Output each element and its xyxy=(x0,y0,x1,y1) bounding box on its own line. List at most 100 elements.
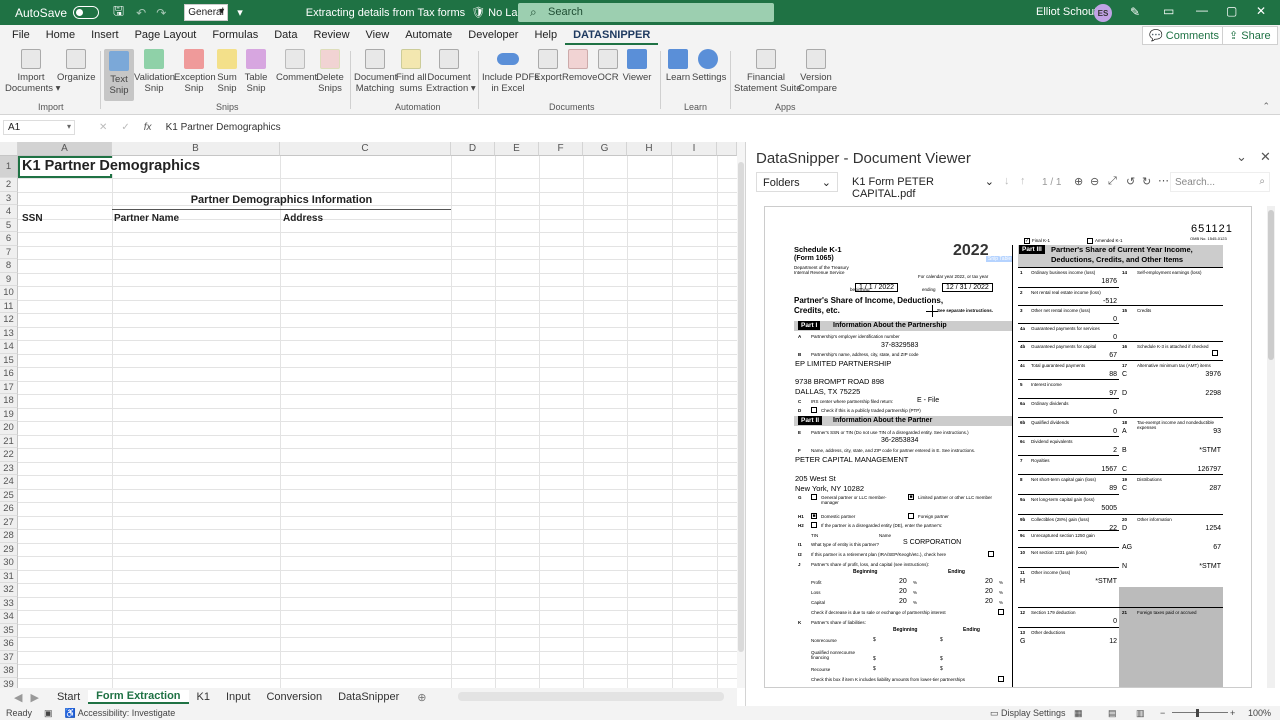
beginning-date[interactable]: 1 / 1 / 2022 xyxy=(855,283,899,292)
k1-line-value[interactable]: 126797 xyxy=(1198,466,1221,473)
function-icon[interactable]: fx xyxy=(144,122,152,133)
viewer-search-input[interactable]: Search... ⌕ xyxy=(1170,172,1270,192)
row-header[interactable]: 35 xyxy=(0,623,18,637)
add-sheet-icon[interactable]: ⊕ xyxy=(417,691,426,704)
k1-line-value[interactable]: *STMT xyxy=(1199,447,1221,454)
row-header[interactable]: 17 xyxy=(0,380,18,394)
row-header[interactable]: 36 xyxy=(0,637,18,651)
menu-insert[interactable]: Insert xyxy=(83,29,127,41)
row-header[interactable]: 8 xyxy=(0,259,18,273)
search-box[interactable]: ⌕ Search xyxy=(518,3,774,22)
entity-type[interactable]: S CORPORATION xyxy=(903,539,961,546)
folders-dropdown[interactable]: Folders ⌄ xyxy=(756,172,838,192)
limited-partner-checkbox[interactable]: ■ xyxy=(908,494,914,500)
zoom-level[interactable]: 100% xyxy=(1248,708,1271,718)
column-header[interactable]: I xyxy=(672,142,717,156)
macro-icon[interactable]: ▣ xyxy=(44,708,53,719)
row-header[interactable]: 28 xyxy=(0,529,18,543)
row-header[interactable]: 10 xyxy=(0,286,18,300)
pdf-page[interactable]: 651121 OMB No. 1545-0123 ✓ Final K-1 Ame… xyxy=(764,206,1252,688)
zoom-thumb[interactable] xyxy=(1196,709,1199,717)
k1-line-value[interactable]: 2 xyxy=(1113,447,1117,454)
row-header[interactable]: 7 xyxy=(0,245,18,259)
row-header[interactable]: 20 xyxy=(0,421,18,435)
partnership-name[interactable]: EP LIMITED PARTNERSHIP xyxy=(795,359,891,368)
rotate-right-icon[interactable]: ↻ xyxy=(1142,175,1151,188)
partnership-address2[interactable]: DALLAS, TX 75225 xyxy=(795,387,860,396)
column-header[interactable]: G xyxy=(583,142,627,156)
profit-end[interactable]: 20 xyxy=(985,578,993,585)
k3-attached-checkbox[interactable] xyxy=(1212,350,1218,356)
horizontal-scrollbar[interactable] xyxy=(458,692,724,701)
page-break-icon[interactable]: ▥ xyxy=(1136,708,1145,719)
k1-line-value[interactable]: 67 xyxy=(1213,544,1221,551)
display-settings[interactable]: ▭ Display Settings xyxy=(990,708,1066,719)
loss-end[interactable]: 20 xyxy=(985,588,993,595)
fit-page-icon[interactable]: ⤢ xyxy=(1108,175,1117,188)
section-header-cell[interactable]: Partner Demographics Information xyxy=(112,194,451,210)
export-button[interactable]: Export xyxy=(534,49,562,83)
document-extraction-button[interactable]: Document Extraction ▾ xyxy=(426,49,476,94)
viewer-button[interactable]: Viewer xyxy=(622,49,652,83)
row-header[interactable]: 18 xyxy=(0,394,18,408)
foreign-partner-checkbox[interactable] xyxy=(908,513,914,519)
enter-icon[interactable]: ✓ xyxy=(121,122,129,133)
row-header[interactable]: 32 xyxy=(0,583,18,597)
row-header[interactable]: 29 xyxy=(0,542,18,556)
row-header[interactable]: 5 xyxy=(0,218,18,232)
snip-table-tag[interactable]: Snip Table xyxy=(986,256,1014,262)
row-header[interactable]: 33 xyxy=(0,596,18,610)
k1-line-value[interactable]: 1567 xyxy=(1101,466,1117,473)
autosave-toggle[interactable] xyxy=(73,6,100,19)
zoom-out-icon[interactable]: ⊖ xyxy=(1090,175,1099,188)
partner-name[interactable]: PETER CAPITAL MANAGEMENT xyxy=(795,455,908,464)
row-header[interactable]: 13 xyxy=(0,326,18,340)
menu-developer[interactable]: Developer xyxy=(460,29,526,41)
partner-address2[interactable]: New York, NY 10282 xyxy=(795,484,864,493)
domestic-partner-checkbox[interactable]: ■ xyxy=(811,513,817,519)
k1-line-value[interactable]: 2298 xyxy=(1205,390,1221,397)
menu-help[interactable]: Help xyxy=(526,29,565,41)
viewer-scrollbar-thumb[interactable] xyxy=(1268,210,1274,360)
k1-line-value[interactable]: 0 xyxy=(1113,316,1117,323)
number-format-select[interactable]: General ▾ xyxy=(184,4,229,21)
organize-button[interactable]: Organize xyxy=(57,49,96,83)
share-button[interactable]: ⇪ Share xyxy=(1222,26,1278,45)
profit-begin[interactable]: 20 xyxy=(899,578,907,585)
column-header[interactable]: C xyxy=(280,142,451,156)
row-header[interactable]: 27 xyxy=(0,515,18,529)
find-all-sums-button[interactable]: Find all sums xyxy=(396,49,427,94)
k1-line-value[interactable]: 0 xyxy=(1113,409,1117,416)
exception-snip-button[interactable]: Exception Snip xyxy=(174,49,216,94)
ptp-checkbox[interactable] xyxy=(811,407,817,413)
vertical-scrollbar[interactable] xyxy=(737,142,745,688)
row-header[interactable]: 26 xyxy=(0,502,18,516)
zoom-in-icon[interactable]: + xyxy=(1230,708,1235,718)
customize-qat-icon[interactable]: ▾ xyxy=(237,6,243,19)
cancel-icon[interactable]: ✕ xyxy=(99,122,107,133)
chevron-down-icon[interactable]: ⌄ xyxy=(1236,149,1247,165)
viewer-scrollbar[interactable] xyxy=(1267,206,1275,688)
row-header[interactable]: 24 xyxy=(0,475,18,489)
version-compare-button[interactable]: Version Compare xyxy=(798,49,837,94)
menu-page-layout[interactable]: Page Layout xyxy=(127,29,205,41)
k1-line-value[interactable]: 88 xyxy=(1109,371,1117,378)
k1-line-value[interactable]: *STMT xyxy=(1199,563,1221,570)
final-k1-checkbox[interactable]: ✓ xyxy=(1024,238,1030,244)
menu-view[interactable]: View xyxy=(358,29,398,41)
k1-line-value[interactable]: 97 xyxy=(1109,390,1117,397)
save-icon[interactable]: 🖫 xyxy=(113,2,124,24)
row-header[interactable]: 37 xyxy=(0,650,18,664)
k1-line-value[interactable]: 89 xyxy=(1109,485,1117,492)
k1-line-value[interactable]: 5005 xyxy=(1101,505,1117,512)
next-sheet-icon[interactable]: ▶ xyxy=(30,691,38,704)
next-page-icon[interactable]: ↓ xyxy=(1004,175,1010,187)
learn-button[interactable]: Learn xyxy=(664,49,692,83)
tab-k1[interactable]: K1 xyxy=(189,691,218,703)
redo-icon[interactable]: ↷ xyxy=(156,6,166,20)
remove-button[interactable]: Remove xyxy=(562,49,597,83)
row-header[interactable]: 39 xyxy=(0,677,18,688)
close-icon[interactable]: ✕ xyxy=(1256,4,1266,18)
menu-home[interactable]: Home xyxy=(38,29,83,41)
menu-review[interactable]: Review xyxy=(305,29,357,41)
